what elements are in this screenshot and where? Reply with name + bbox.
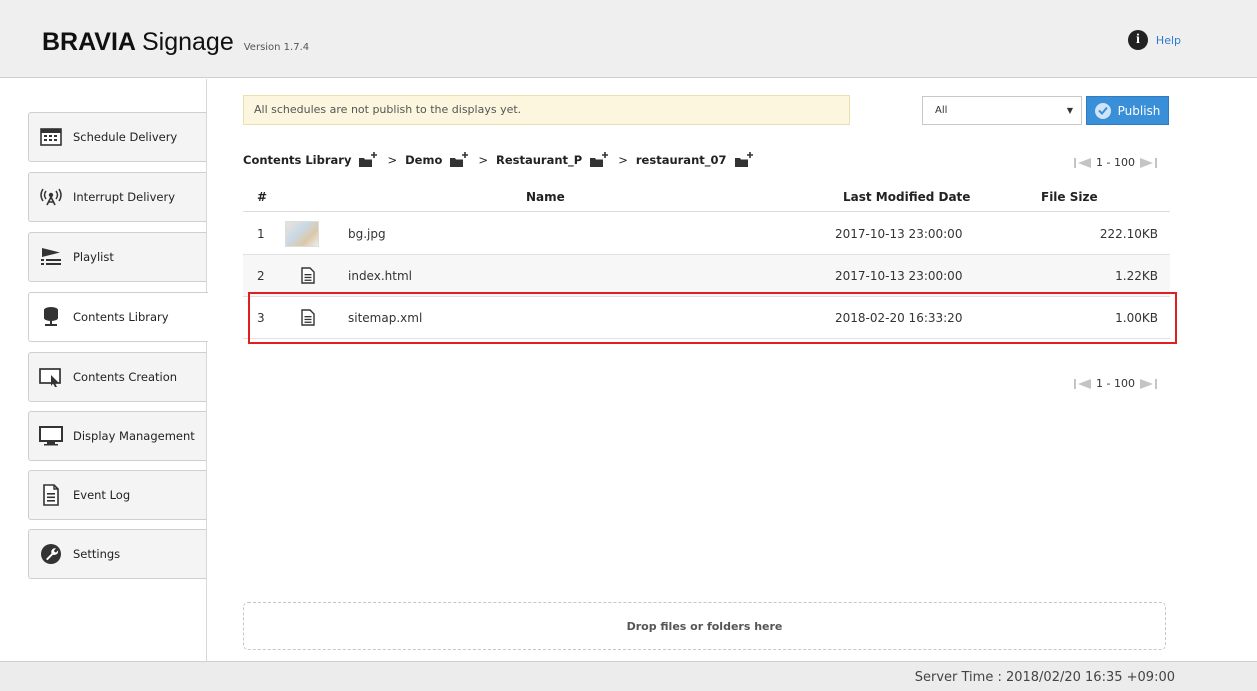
first-page-icon[interactable] [1073,157,1093,169]
last-page-icon[interactable] [1138,378,1158,390]
server-time: Server Time : 2018/02/20 16:35 +09:00 [914,670,1175,685]
dropdown-arrow-icon: ▼ [1066,106,1073,115]
brand-logo: BRAVIA Signage Version 1.7.4 [42,28,309,57]
app-header: BRAVIA Signage Version 1.7.4 i Help [0,0,1257,78]
creation-icon [39,365,63,389]
image-thumbnail [285,221,319,247]
column-header-number: # [257,190,268,204]
page-range: 1 - 100 [1096,377,1135,390]
broadcast-icon [39,185,63,209]
column-header-size[interactable]: File Size [1041,190,1098,204]
row-number: 3 [257,311,265,325]
sidebar-item-label: Event Log [73,488,131,502]
file-name: bg.jpg [348,227,386,241]
sidebar-item-interrupt-delivery[interactable]: Interrupt Delivery [28,172,206,222]
file-dropzone[interactable]: Drop files or folders here [243,602,1166,650]
playlist-icon [39,245,63,269]
sidebar-item-settings[interactable]: Settings [28,529,206,579]
table-row[interactable]: 3 sitemap.xml 2018-02-20 16:33:20 1.00KB [243,297,1170,339]
add-folder-icon[interactable] [450,152,470,168]
breadcrumb-item[interactable]: Contents Library [243,153,351,167]
breadcrumb-item[interactable]: Demo [405,153,442,167]
file-name: sitemap.xml [348,311,423,325]
document-icon [39,483,63,507]
info-icon: i [1127,30,1148,50]
add-folder-icon[interactable] [590,152,610,168]
table-row[interactable]: 2 index.html 2017-10-13 23:00:00 1.22KB [243,255,1170,297]
monitor-icon [39,424,63,448]
app-footer: Server Time : 2018/02/20 16:35 +09:00 [0,661,1257,691]
file-size: 1.00KB [1115,311,1158,325]
file-icon [301,309,315,326]
column-header-name[interactable]: Name [526,190,565,204]
help-label: Help [1155,33,1181,47]
sidebar-item-schedule-delivery[interactable]: Schedule Delivery [28,112,206,162]
library-icon [39,305,63,329]
row-number: 2 [257,269,265,283]
filter-selected-value: All [935,105,948,116]
publish-notice: All schedules are not publish to the dis… [243,95,850,125]
pager-bottom: 1 - 100 [1073,377,1158,390]
table-row[interactable]: 1 bg.jpg 2017-10-13 23:00:00 222.10KB [243,213,1170,255]
sidebar-item-label: Schedule Delivery [73,130,178,144]
file-size: 1.22KB [1115,269,1158,283]
sidebar-item-label: Settings [73,547,121,561]
add-folder-icon[interactable] [734,152,755,168]
sidebar-item-contents-library[interactable]: Contents Library [28,292,208,342]
breadcrumb-item[interactable]: Restaurant_P [496,153,582,167]
sidebar-item-label: Display Management [73,429,195,443]
modified-date: 2018-02-20 16:33:20 [835,311,963,325]
help-button[interactable]: i Help [1127,30,1181,50]
page-range: 1 - 100 [1096,156,1135,169]
wrench-icon [39,542,63,566]
sidebar-item-display-management[interactable]: Display Management [28,411,206,461]
sidebar-item-event-log[interactable]: Event Log [28,470,206,520]
dropzone-text: Drop files or folders here [626,619,783,633]
pager-top: 1 - 100 [1073,156,1158,169]
check-circle-icon [1094,102,1111,119]
sidebar-item-contents-creation[interactable]: Contents Creation [28,352,206,402]
last-page-icon[interactable] [1138,157,1158,169]
brand-name-light: Signage [141,28,234,56]
add-folder-icon[interactable] [359,152,379,168]
column-header-date[interactable]: Last Modified Date [843,190,970,204]
file-size: 222.10KB [1099,227,1158,241]
breadcrumb: Contents Library > Demo > Restaurant_P >… [243,152,755,168]
display-filter-select[interactable]: All ▼ [922,96,1082,125]
sidebar-item-label: Interrupt Delivery [73,190,176,204]
sidebar-item-playlist[interactable]: Playlist [28,232,206,282]
calendar-icon [39,125,63,149]
sidebar-divider [206,79,207,661]
modified-date: 2017-10-13 23:00:00 [835,227,963,241]
brand-name-bold: BRAVIA [42,28,136,56]
publish-button[interactable]: Publish [1086,96,1169,125]
breadcrumb-item[interactable]: restaurant_07 [636,153,727,167]
modified-date: 2017-10-13 23:00:00 [835,269,963,283]
breadcrumb-separator: > [618,153,628,167]
sidebar-item-label: Playlist [73,250,114,264]
breadcrumb-separator: > [478,153,488,167]
file-icon [301,267,315,284]
breadcrumb-separator: > [387,153,398,167]
sidebar-item-label: Contents Creation [73,370,178,384]
publish-label: Publish [1117,103,1161,118]
sidebar-item-label: Contents Library [73,310,169,324]
table-header: # Name Last Modified Date File Size [243,182,1170,212]
first-page-icon[interactable] [1073,378,1093,390]
row-number: 1 [257,227,265,241]
version-label: Version 1.7.4 [243,42,310,53]
file-name: index.html [348,269,412,283]
